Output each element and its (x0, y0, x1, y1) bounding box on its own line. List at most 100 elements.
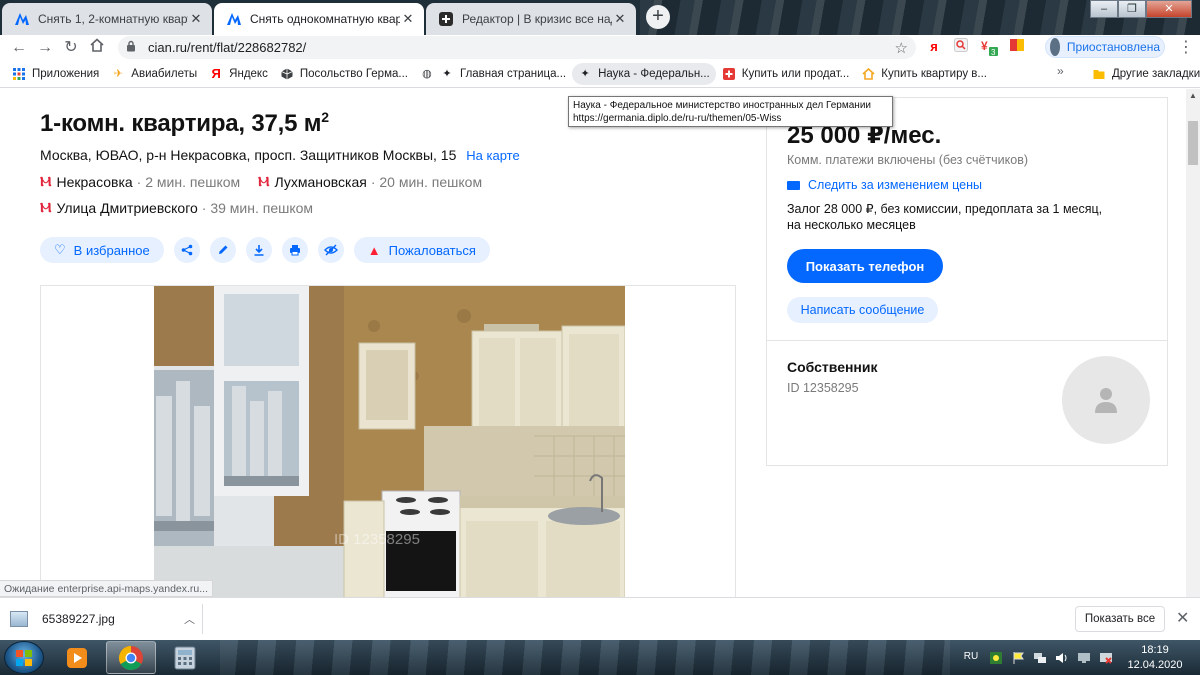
bookmark-nauka[interactable]: ✦ Наука - Федеральн... (572, 62, 716, 85)
clock[interactable]: 18:19 12.04.2020 (1124, 643, 1186, 673)
scroll-up-arrow-icon[interactable]: ▲ (1186, 89, 1200, 103)
bookmark-label: Главная страница... (459, 67, 567, 80)
show-phone-button[interactable]: Показать телефон (787, 249, 943, 283)
bookmark-star-icon[interactable]: ☆ (895, 39, 908, 57)
follow-price-link[interactable]: Следить за изменением цены (787, 178, 982, 192)
taskbar-calculator[interactable] (160, 641, 210, 674)
tooltip-title: Наука - Федеральное министерство иностра… (573, 100, 871, 111)
back-button[interactable]: ← (6, 37, 32, 59)
utilities-note: Комм. платежи включены (без счётчиков) (787, 153, 1029, 167)
listing-photo[interactable]: ID 12358295 (154, 286, 625, 597)
metro-station-name[interactable]: Улица Дмитриевского (56, 200, 197, 216)
report-label: Пожаловаться (388, 242, 476, 258)
display-icon[interactable] (1076, 651, 1092, 665)
metro-walk-time: · 20 мин. пешком (370, 173, 483, 190)
metro-icon: Ⲙ (40, 173, 52, 189)
owner-card: Собственник ID 12358295 (766, 341, 1168, 466)
volume-icon[interactable] (1054, 651, 1070, 665)
start-button[interactable] (4, 641, 44, 674)
bookmark-label: Авиабилеты (131, 67, 198, 80)
favorite-button[interactable]: ♡ В избранное (40, 237, 164, 263)
profile-button[interactable]: Приостановлена (1045, 36, 1165, 58)
note-button[interactable] (209, 237, 236, 263)
chevron-up-icon[interactable]: ︿ (184, 611, 195, 627)
address-bar[interactable]: cian.ru/rent/flat/228682782/ ☆ (118, 36, 916, 59)
bookmark-buy-flat[interactable]: Купить квартиру в... (855, 63, 993, 85)
bookmark-main-page[interactable]: ◍ ✦ Главная страница... (414, 63, 572, 85)
metro-station-name[interactable]: Лухмановская (274, 174, 366, 190)
bookmark-apps[interactable]: Приложения (6, 63, 105, 85)
reload-button[interactable]: ↻ (58, 37, 84, 59)
hide-listing-button[interactable] (317, 237, 344, 263)
metro-icon: Ⲙ (40, 199, 52, 215)
map-link[interactable]: На карте (466, 148, 519, 163)
eagle-icon: ✦ (442, 68, 452, 80)
no-connection-icon[interactable] (1098, 651, 1114, 665)
owner-avatar (1062, 356, 1150, 444)
lock-icon[interactable] (126, 40, 140, 55)
tab-title: Снять однокомнатную квартиру (250, 12, 400, 26)
new-tab-button[interactable]: + (646, 5, 670, 29)
download-item[interactable]: 65389227.jpg ︿ (10, 606, 195, 632)
download-button[interactable] (245, 237, 272, 263)
taskbar-media-player[interactable] (52, 641, 102, 674)
language-indicator[interactable]: RU (960, 651, 982, 665)
maximize-button[interactable]: ❐ (1118, 0, 1146, 18)
browser-menu-icon[interactable]: ⋮ (1176, 37, 1196, 57)
download-filename: 65389227.jpg (42, 612, 115, 626)
warning-icon: ▲ (367, 242, 381, 258)
plus-square-icon (438, 11, 454, 27)
tab-cian-one-room[interactable]: Снять однокомнатную квартиру ✕ (214, 3, 424, 35)
flag-extension-icon[interactable] (1008, 38, 1026, 56)
search-extension-icon[interactable] (952, 38, 970, 56)
share-button[interactable] (173, 237, 200, 263)
metro-station-name[interactable]: Некрасовка (56, 174, 132, 190)
tab-cian-1-2-rooms[interactable]: Снять 1, 2-комнатную квартиру ✕ (2, 3, 212, 35)
close-icon[interactable]: ✕ (612, 11, 628, 27)
app-tray-icon[interactable] (988, 651, 1004, 665)
apps-grid-icon (12, 67, 26, 81)
minimize-button[interactable]: – (1090, 0, 1118, 18)
bookmark-aviabilety[interactable]: ✈ Авиабилеты (105, 63, 203, 85)
listing-title: 1-комн. квартира, 37,5 м2 (40, 109, 329, 137)
swiss-icon (722, 67, 736, 81)
yandex-extension-icon[interactable]: я (925, 38, 943, 56)
report-button[interactable]: ▲ Пожаловаться (353, 237, 490, 263)
bookmark-label: Купить квартиру в... (881, 67, 987, 80)
close-icon[interactable]: ✕ (1176, 608, 1189, 628)
home-button[interactable] (84, 37, 110, 59)
show-all-downloads-button[interactable]: Показать все (1075, 606, 1165, 632)
flag-tray-icon[interactable] (1010, 651, 1026, 665)
yandex-market-extension-icon[interactable]: ¥3 (980, 38, 998, 57)
scrollbar-thumb[interactable] (1188, 121, 1198, 165)
close-icon[interactable]: ✕ (400, 11, 416, 27)
page-content: 1-комн. квартира, 37,5 м2 Москва, ЮВАО, … (0, 89, 1186, 597)
photo-gallery: ID 12358295 (40, 285, 736, 597)
plane-icon: ✈ (113, 68, 123, 80)
tab-editor[interactable]: Редактор | В кризис все надо де ✕ (426, 3, 636, 35)
bookmark-yandex[interactable]: Я Яндекс (203, 63, 274, 85)
yandex-icon: Я (211, 66, 221, 81)
deposit-terms: Залог 28 000 ₽, без комиссии, предоплата… (787, 201, 1117, 233)
write-message-button[interactable]: Написать сообщение (787, 297, 938, 323)
bookmark-buy-sell[interactable]: Купить или продат... (716, 63, 856, 85)
tab-title: Редактор | В кризис все надо де (462, 12, 612, 26)
taskbar-chrome[interactable] (106, 641, 156, 674)
print-button[interactable] (281, 237, 308, 263)
superscript: 2 (321, 109, 329, 125)
bookmark-label: Посольство Герма... (299, 67, 408, 80)
system-tray: RU (960, 640, 1120, 675)
address-text: Москва, ЮВАО, р-н Некрасовка, просп. Защ… (40, 147, 457, 163)
other-bookmarks[interactable]: Другие закладки (1086, 63, 1200, 85)
page-scrollbar[interactable]: ▲ (1186, 89, 1200, 597)
window-close-button[interactable]: ✕ (1146, 0, 1192, 18)
bookmark-embassy[interactable]: Посольство Герма... (274, 63, 414, 85)
bookmarks-overflow-button[interactable]: » (1057, 64, 1064, 78)
metro-station: Ⲙ Улица Дмитриевского · 39 мин. пешком (40, 199, 313, 216)
browser-tab-strip: Снять 1, 2-комнатную квартиру ✕ Снять од… (0, 0, 1200, 35)
close-icon[interactable]: ✕ (188, 11, 204, 27)
metro-walk-time: · 39 мин. пешком (201, 199, 314, 216)
network-icon[interactable] (1032, 651, 1048, 665)
forward-button[interactable]: → (32, 37, 58, 59)
download-bar: 65389227.jpg ︿ Показать все ✕ (0, 597, 1200, 640)
